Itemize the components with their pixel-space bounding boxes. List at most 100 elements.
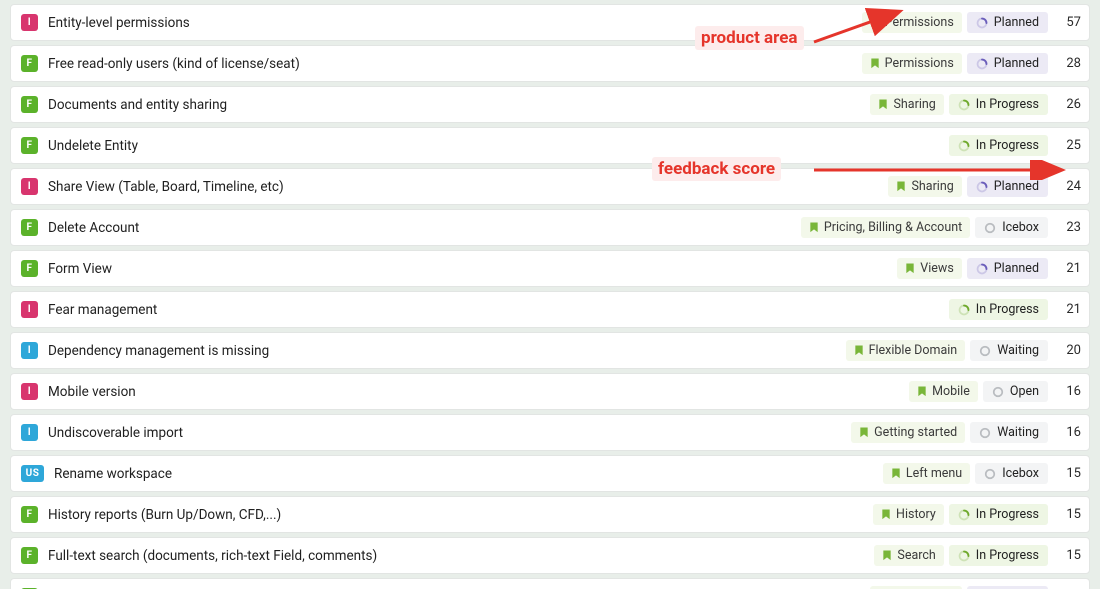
status-pill[interactable]: Waiting	[970, 340, 1048, 361]
status-label: Waiting	[997, 425, 1039, 440]
type-badge: F	[21, 260, 38, 277]
type-badge: I	[21, 383, 38, 400]
type-badge: F	[21, 219, 38, 236]
item-title[interactable]: Rename workspace	[54, 466, 883, 482]
status-label: Planned	[994, 179, 1039, 194]
bookmark-icon	[891, 468, 901, 479]
list-item[interactable]: F Documents and entity sharingSharing In P…	[10, 86, 1090, 123]
type-badge: F	[21, 55, 38, 72]
status-progress-icon	[958, 140, 970, 152]
status-pill[interactable]: Planned	[967, 258, 1048, 279]
status-pill[interactable]: Open	[983, 381, 1048, 402]
item-meta: Flexible Domain Waiting 20	[846, 340, 1081, 361]
status-progress-icon	[976, 181, 988, 193]
type-badge: I	[21, 342, 38, 359]
status-pill[interactable]: Planned	[967, 53, 1048, 74]
item-title[interactable]: Undelete Entity	[48, 138, 949, 154]
status-label: Open	[1010, 384, 1039, 399]
list-item[interactable]: IMobile versionMobileOpen16	[10, 373, 1090, 410]
list-item[interactable]: FRich-text or multi-line text in Table V…	[10, 578, 1090, 589]
list-item[interactable]: IFear managementIn Progress21	[10, 291, 1090, 328]
status-label: Planned	[994, 56, 1039, 71]
product-area-tag[interactable]: Sharing	[870, 94, 943, 115]
list-item[interactable]: IShare View (Table, Board, Timeline, etc…	[10, 168, 1090, 205]
item-title[interactable]: Undiscoverable import	[48, 425, 851, 441]
list-item[interactable]: F Free read-only users (kind of license/s…	[10, 45, 1090, 82]
status-pill[interactable]: Icebox	[975, 217, 1048, 238]
item-meta: PermissionsPlanned57	[862, 12, 1081, 33]
status-label: In Progress	[976, 138, 1039, 153]
list-item[interactable]: I Dependency management is missingFlexibl…	[10, 332, 1090, 369]
type-badge: US	[21, 465, 44, 482]
feedback-score: 21	[1053, 261, 1081, 276]
status-label: Icebox	[1002, 220, 1039, 235]
item-title[interactable]: Delete Account	[48, 220, 801, 236]
item-title[interactable]: Free read-only users (kind of license/se…	[48, 56, 862, 72]
status-pill[interactable]: In Progress	[949, 545, 1048, 566]
list-item[interactable]: USRename workspaceLeft menuIcebox15	[10, 455, 1090, 492]
product-area-tag[interactable]: History	[873, 504, 944, 525]
feedback-score: 21	[1053, 302, 1081, 317]
type-badge: F	[21, 96, 38, 113]
product-area-tag[interactable]: Sharing	[888, 176, 961, 197]
status-label: Icebox	[1002, 466, 1039, 481]
bookmark-icon	[809, 222, 819, 233]
list-item[interactable]: F Delete AccountPricing, Billing & Accoun…	[10, 209, 1090, 246]
status-pill[interactable]: In Progress	[949, 504, 1048, 525]
feedback-list: IEntity-level permissionsPermissionsPlan…	[0, 0, 1100, 589]
status-pill[interactable]: Icebox	[975, 463, 1048, 484]
item-title[interactable]: Fear management	[48, 302, 949, 318]
item-meta: Getting startedWaiting16	[851, 422, 1081, 443]
list-item[interactable]: FHistory reports (Burn Up/Down, CFD,...)…	[10, 496, 1090, 533]
bookmark-icon	[917, 386, 927, 397]
status-progress-icon	[976, 17, 988, 29]
type-badge: I	[21, 424, 38, 441]
feedback-score: 20	[1053, 343, 1081, 358]
product-area-tag[interactable]: Flexible Domain	[846, 340, 966, 361]
product-area-tag[interactable]: Permissions	[862, 53, 962, 74]
status-pill[interactable]: In Progress	[949, 94, 1048, 115]
item-meta: Permissions Planned 28	[862, 53, 1081, 74]
status-progress-icon	[976, 58, 988, 70]
product-area-tag[interactable]: Mobile	[909, 381, 978, 402]
status-pill[interactable]: Planned	[967, 12, 1048, 33]
product-area-tag[interactable]: Search	[874, 545, 943, 566]
product-area-tag[interactable]: Pricing, Billing & Account	[801, 217, 970, 238]
product-area-tag[interactable]: Views	[897, 258, 961, 279]
item-title[interactable]: Dependency management is missing	[48, 343, 846, 359]
product-area-tag[interactable]: Getting started	[851, 422, 965, 443]
item-title[interactable]: Full-text search (documents, rich-text F…	[48, 548, 874, 564]
status-label: Waiting	[997, 343, 1039, 358]
item-meta: Left menuIcebox15	[883, 463, 1081, 484]
product-area-tag[interactable]: Permissions	[862, 12, 962, 33]
tag-label: Mobile	[932, 384, 970, 399]
status-pill[interactable]: Waiting	[970, 422, 1048, 443]
status-label: In Progress	[976, 548, 1039, 563]
status-pill[interactable]: In Progress	[949, 299, 1048, 320]
feedback-score: 23	[1053, 220, 1081, 235]
list-item[interactable]: F Form ViewViews Planned 21	[10, 250, 1090, 287]
product-area-tag[interactable]: Left menu	[883, 463, 970, 484]
item-title[interactable]: Mobile version	[48, 384, 909, 400]
list-item[interactable]: FFull-text search (documents, rich-text …	[10, 537, 1090, 574]
status-pill[interactable]: In Progress	[949, 135, 1048, 156]
tag-label: Left menu	[906, 466, 962, 481]
item-meta: Views Planned 21	[897, 258, 1081, 279]
item-title[interactable]: Share View (Table, Board, Timeline, etc)	[48, 179, 888, 195]
status-pill[interactable]: Planned	[967, 176, 1048, 197]
item-title[interactable]: Documents and entity sharing	[48, 97, 870, 113]
list-item[interactable]: IEntity-level permissionsPermissionsPlan…	[10, 4, 1090, 41]
tag-label: Search	[897, 548, 935, 563]
status-label: Planned	[994, 261, 1039, 276]
tag-label: Getting started	[874, 425, 957, 440]
feedback-score: 28	[1053, 56, 1081, 71]
item-meta: SearchIn Progress15	[874, 545, 1081, 566]
status-circle-icon	[979, 427, 991, 439]
status-circle-icon	[984, 468, 996, 480]
item-title[interactable]: Form View	[48, 261, 897, 277]
item-title[interactable]: Entity-level permissions	[48, 15, 862, 31]
list-item[interactable]: FUndelete EntityIn Progress25	[10, 127, 1090, 164]
item-title[interactable]: History reports (Burn Up/Down, CFD,...)	[48, 507, 873, 523]
tag-label: Sharing	[911, 179, 953, 194]
list-item[interactable]: I Undiscoverable import Getting started Wai…	[10, 414, 1090, 451]
